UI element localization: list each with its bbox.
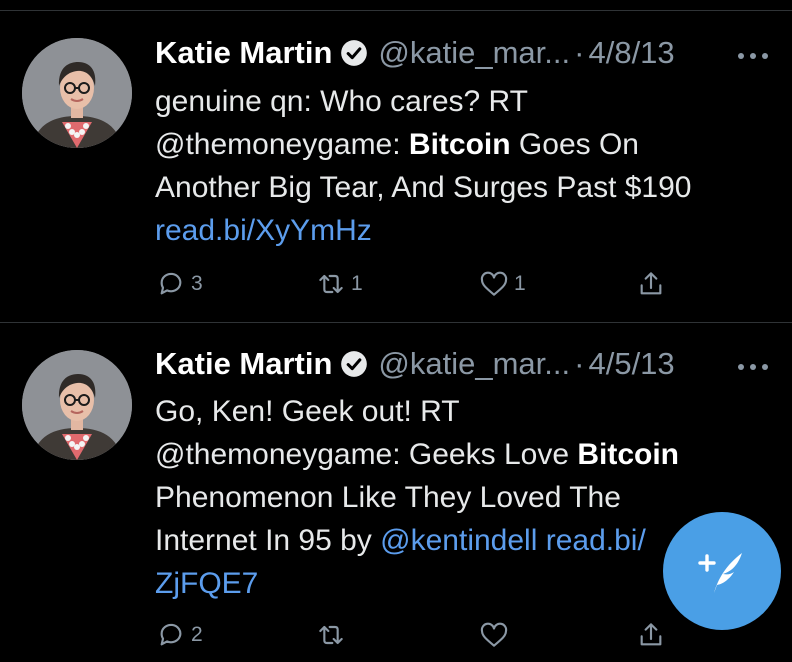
share-button[interactable] bbox=[635, 619, 667, 651]
highlighted-term: Bitcoin bbox=[577, 438, 680, 471]
tweet-text-segment: Go, Ken! Geek out! RT bbox=[155, 395, 460, 428]
more-dots-icon[interactable] bbox=[736, 359, 770, 370]
tweet-date[interactable]: 4/5/13 bbox=[588, 346, 674, 382]
tweet-text-line: Go, Ken! Geek out! RT bbox=[155, 390, 775, 433]
reply-icon bbox=[160, 623, 182, 646]
author-avatar[interactable] bbox=[22, 350, 132, 460]
tweet-link[interactable]: ZjFQE7 bbox=[155, 567, 258, 600]
tweet-text-line: @themoneygame: Geeks Love Bitcoin bbox=[155, 433, 775, 476]
tweet-header: Katie Martin @katie_mar... · 4/5/13 bbox=[155, 344, 675, 384]
separator-dot: · bbox=[574, 346, 585, 381]
like-button[interactable] bbox=[478, 619, 514, 651]
tweet-text-segment: Internet In 95 by bbox=[155, 524, 381, 557]
tweet-link[interactable]: read.bi/ bbox=[537, 524, 646, 557]
compose-tweet-button[interactable] bbox=[663, 512, 781, 630]
share-icon bbox=[640, 623, 662, 646]
author-handle[interactable]: @katie_mar... bbox=[378, 346, 570, 382]
author-name[interactable]: Katie Martin bbox=[155, 346, 332, 382]
reply-button[interactable]: 2 bbox=[155, 619, 203, 651]
heart-icon bbox=[480, 622, 508, 647]
tweet-text-segment: Phenomenon Like They Loved The bbox=[155, 481, 621, 514]
tweet-text-segment: @themoneygame: Geeks Love bbox=[155, 438, 578, 471]
retweet-button[interactable] bbox=[315, 619, 351, 651]
compose-icon bbox=[698, 553, 742, 593]
tweet-text-line: Phenomenon Like They Loved The bbox=[155, 476, 775, 519]
reply-count: 2 bbox=[191, 623, 203, 646]
verified-badge-icon bbox=[340, 350, 368, 378]
tweet-link[interactable]: @kentindell bbox=[380, 524, 537, 557]
tweet-actions: 2 bbox=[155, 619, 775, 655]
retweet-icon bbox=[319, 625, 343, 645]
